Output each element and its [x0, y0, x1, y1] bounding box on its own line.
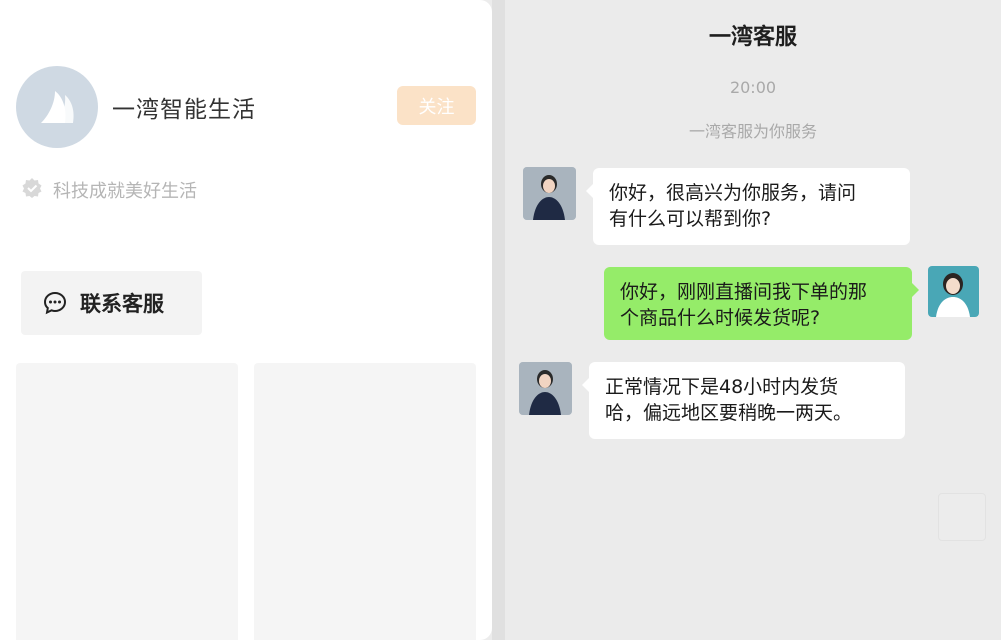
content-card[interactable] [16, 363, 238, 640]
chat-system-message: 一湾客服为你服务 [688, 122, 817, 141]
contact-service-label: 联系客服 [80, 292, 164, 316]
content-card[interactable] [254, 363, 476, 640]
verified-badge-icon [22, 178, 42, 198]
wave-logo-icon [41, 91, 74, 123]
brand-logo[interactable] [16, 66, 98, 148]
message-bubble-incoming[interactable]: 正常情况下是48小时内发货 哈，偏远地区要稍晚一两天。 [582, 362, 905, 439]
chat-panel: 一湾客服 20:00 一湾客服为你服务 你好，很高兴为你服务，请问 有什么可以帮… [505, 0, 1001, 640]
chat-bubble-icon [43, 291, 67, 315]
profile-panel: 一湾智能生活 关注 科技成就美好生活 联系客服 [0, 0, 492, 640]
brand-slogan: 科技成就美好生活 [53, 181, 197, 202]
agent-avatar-image [523, 167, 576, 220]
follow-button[interactable]: 关注 [397, 86, 476, 125]
agent-avatar[interactable] [519, 362, 572, 415]
chat-timestamp: 20:00 [729, 78, 777, 97]
message-bubble-incoming[interactable]: 你好，很高兴为你服务，请问 有什么可以帮到你? [586, 168, 910, 245]
chat-title: 一湾客服 [708, 25, 797, 50]
agent-avatar[interactable] [523, 167, 576, 220]
message-bubble-outgoing[interactable]: 你好，刚刚直播间我下单的那 个商品什么时候发货呢? [604, 267, 919, 340]
floating-action-box[interactable] [938, 493, 986, 541]
user-avatar-image [928, 266, 979, 317]
panel-divider [492, 0, 505, 640]
brand-name: 一湾智能生活 [112, 97, 256, 123]
agent-avatar-image [519, 362, 572, 415]
user-avatar[interactable] [928, 266, 979, 317]
contact-service-button[interactable]: 联系客服 [21, 271, 202, 335]
